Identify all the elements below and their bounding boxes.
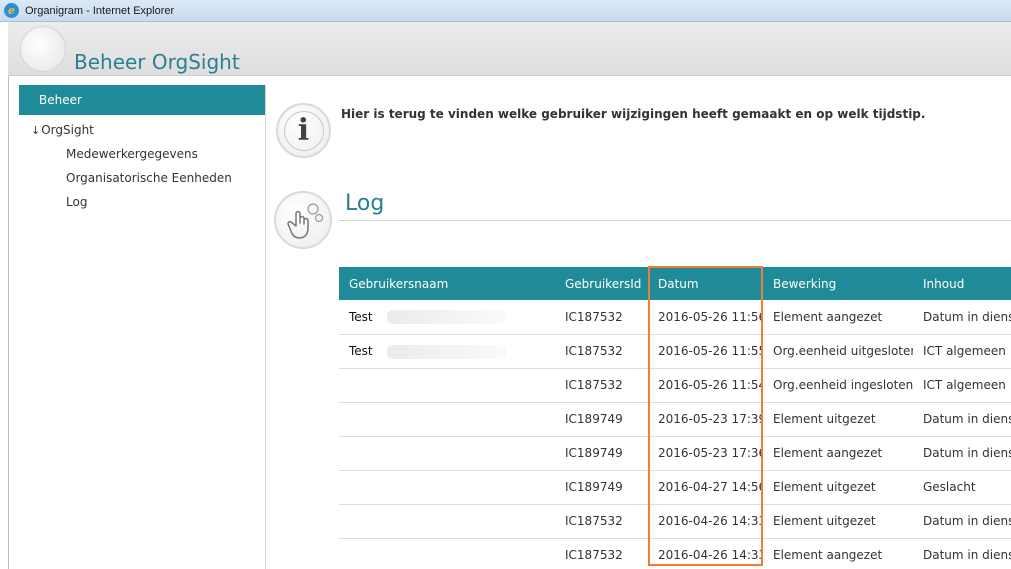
cell-bewerking: Element aangezet bbox=[763, 538, 913, 569]
app-header: Beheer OrgSight bbox=[8, 22, 1011, 76]
cell-bewerking: Element aangezet bbox=[763, 300, 913, 335]
cell-inhoud: Datum in dienst bbox=[913, 300, 1011, 335]
redacted-area bbox=[387, 310, 507, 324]
cell-bewerking: Element uitgezet bbox=[763, 402, 913, 437]
cell-inhoud: Datum in dienst bbox=[913, 538, 1011, 569]
arrow-down-icon: ↓ bbox=[31, 124, 41, 137]
sidebar-item-medewerkergegevens[interactable]: Medewerkergegevens bbox=[19, 142, 265, 166]
table-row[interactable]: IC189749 2016-05-23 17:36 Element aangez… bbox=[339, 436, 1011, 471]
app-logo-icon bbox=[20, 26, 66, 72]
column-header-inhoud[interactable]: Inhoud bbox=[913, 267, 1011, 300]
cell-gebruikersid: IC189749 bbox=[555, 470, 648, 505]
internet-explorer-icon: e bbox=[4, 3, 19, 18]
redacted-area bbox=[387, 344, 507, 359]
cell-inhoud: Datum in dienst bbox=[913, 402, 1011, 437]
cell-gebruikersid: IC187532 bbox=[555, 504, 648, 539]
cell-bewerking: Element uitgezet bbox=[763, 470, 913, 505]
window-titlebar: e Organigram - Internet Explorer bbox=[0, 0, 1011, 22]
sidebar-item-organisatorische-eenheden[interactable]: Organisatorische Eenheden bbox=[19, 166, 265, 190]
cell-gebruikersnaam bbox=[339, 504, 555, 539]
frame-divider bbox=[8, 76, 9, 569]
table-row[interactable]: Test IC187532 2016-05-26 11:56 Element a… bbox=[339, 300, 1011, 335]
column-header-datum[interactable]: Datum bbox=[648, 267, 763, 300]
cell-gebruikersnaam: Test bbox=[339, 334, 555, 369]
cell-datum: 2016-04-27 14:56 bbox=[648, 470, 763, 505]
cell-bewerking: Org.eenheid ingesloten bbox=[763, 368, 913, 403]
column-header-gebruikersnaam[interactable]: Gebruikersnaam bbox=[339, 267, 555, 300]
cell-inhoud: ICT algemeen bbox=[913, 368, 1011, 403]
cell-bewerking: Element uitgezet bbox=[763, 504, 913, 539]
column-header-gebruikersid[interactable]: GebruikersId bbox=[555, 267, 648, 300]
cell-bewerking: Org.eenheid uitgesloten bbox=[763, 334, 913, 369]
table-row[interactable]: IC187532 2016-04-26 14:33 Element aangez… bbox=[339, 538, 1011, 569]
info-icon: i bbox=[276, 103, 331, 158]
cell-gebruikersid: IC187532 bbox=[555, 368, 648, 403]
cell-bewerking: Element aangezet bbox=[763, 436, 913, 471]
cell-datum: 2016-05-23 17:36 bbox=[648, 436, 763, 471]
table-row[interactable]: IC187532 2016-05-26 11:54 Org.eenheid in… bbox=[339, 368, 1011, 403]
cell-datum: 2016-05-23 17:39 bbox=[648, 402, 763, 437]
log-table: Gebruikersnaam GebruikersId Datum Bewerk… bbox=[339, 267, 1011, 569]
log-table-container: Gebruikersnaam GebruikersId Datum Bewerk… bbox=[339, 267, 1011, 569]
cell-gebruikersid: IC187532 bbox=[555, 300, 648, 335]
cell-datum: 2016-05-26 11:54 bbox=[648, 368, 763, 403]
section-divider bbox=[339, 220, 1011, 221]
table-row[interactable]: IC189749 2016-05-23 17:39 Element uitgez… bbox=[339, 402, 1011, 437]
touch-hand-icon bbox=[274, 191, 332, 249]
sidebar-item-log[interactable]: Log bbox=[19, 190, 265, 214]
cell-gebruikersid: IC187532 bbox=[555, 334, 648, 369]
cell-datum: 2016-04-26 14:33 bbox=[648, 504, 763, 539]
table-row[interactable]: IC187532 2016-04-26 14:33 Element uitgez… bbox=[339, 504, 1011, 539]
sidebar-header[interactable]: Beheer bbox=[19, 85, 265, 115]
section-title-log: Log bbox=[345, 191, 385, 216]
sidebar: Beheer ↓OrgSight Medewerkergegevens Orga… bbox=[19, 85, 266, 569]
cell-gebruikersid: IC189749 bbox=[555, 436, 648, 471]
cell-inhoud: Datum in dienst bbox=[913, 436, 1011, 471]
cell-gebruikersnaam bbox=[339, 538, 555, 569]
cell-datum: 2016-04-26 14:33 bbox=[648, 538, 763, 569]
cell-inhoud: Geslacht bbox=[913, 470, 1011, 505]
table-row[interactable]: Test IC187532 2016-05-26 11:55 Org.eenhe… bbox=[339, 334, 1011, 369]
cell-gebruikersid: IC189749 bbox=[555, 402, 648, 437]
window-title: Organigram - Internet Explorer bbox=[25, 4, 175, 17]
column-header-bewerking[interactable]: Bewerking bbox=[763, 267, 913, 300]
cell-datum: 2016-05-26 11:56 bbox=[648, 300, 763, 335]
table-row[interactable]: IC189749 2016-04-27 14:56 Element uitgez… bbox=[339, 470, 1011, 505]
sidebar-item-orgsight[interactable]: ↓OrgSight bbox=[19, 118, 265, 142]
cell-datum: 2016-05-26 11:55 bbox=[648, 334, 763, 369]
cell-gebruikersnaam bbox=[339, 436, 555, 471]
cell-inhoud: Datum in dienst bbox=[913, 504, 1011, 539]
sidebar-item-label: OrgSight bbox=[41, 123, 94, 137]
info-text: Hier is terug te vinden welke gebruiker … bbox=[341, 107, 926, 121]
cell-gebruikersnaam: Test bbox=[339, 300, 555, 335]
cell-gebruikersid: IC187532 bbox=[555, 538, 648, 569]
cell-gebruikersnaam bbox=[339, 402, 555, 437]
app-title: Beheer OrgSight bbox=[74, 50, 240, 74]
cell-inhoud: ICT algemeen bbox=[913, 334, 1011, 369]
table-header-row: Gebruikersnaam GebruikersId Datum Bewerk… bbox=[339, 267, 1011, 300]
cell-gebruikersnaam bbox=[339, 470, 555, 505]
cell-gebruikersnaam bbox=[339, 368, 555, 403]
